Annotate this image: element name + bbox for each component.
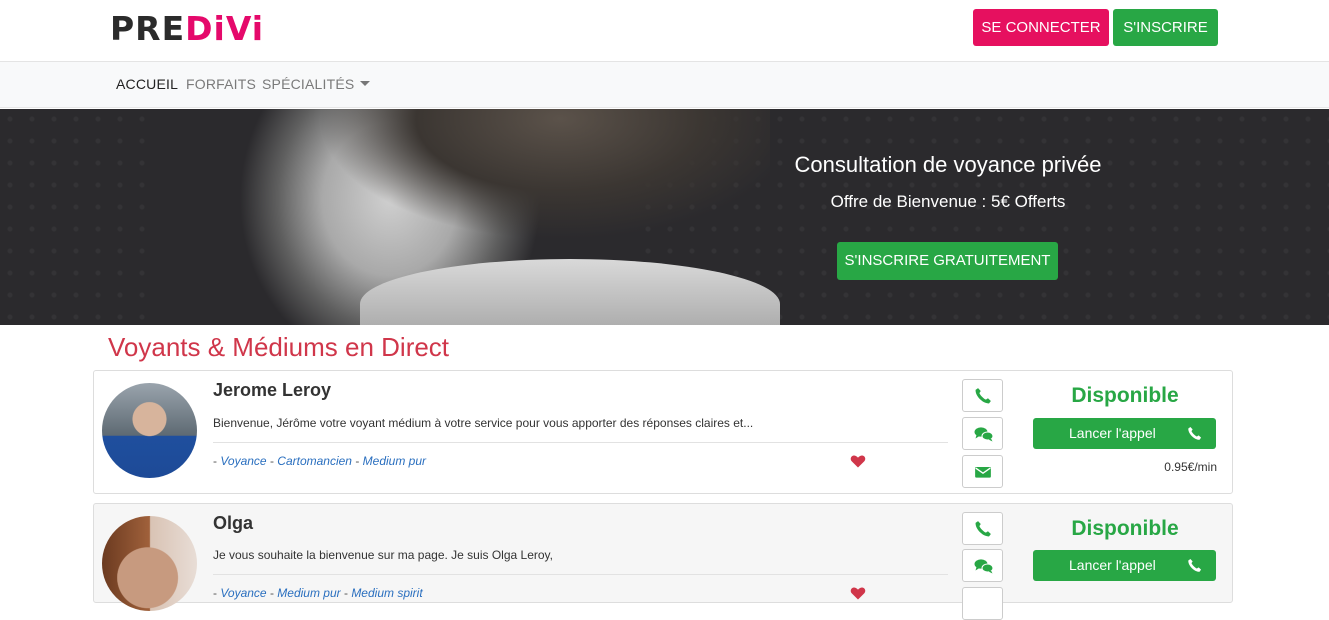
psychic-tags: - Voyance - Cartomancien - Medium pur bbox=[213, 454, 427, 468]
envelope-icon bbox=[975, 466, 991, 478]
hero-signup-button[interactable]: S'INSCRIRE GRATUITEMENT bbox=[837, 242, 1058, 280]
phone-icon bbox=[975, 388, 991, 404]
psychic-card: Jerome Leroy Bienvenue, Jérôme votre voy… bbox=[93, 370, 1233, 494]
register-button[interactable]: S'INSCRIRE bbox=[1113, 9, 1218, 46]
phone-icon bbox=[1188, 558, 1202, 572]
psychic-description: Bienvenue, Jérôme votre voyant médium à … bbox=[213, 416, 754, 430]
main-nav: ACCUEIL FORFAITS SPÉCIALITÉS bbox=[0, 62, 1329, 108]
caret-down-icon bbox=[360, 81, 371, 86]
psychic-name[interactable]: Olga bbox=[213, 512, 253, 534]
tag-link[interactable]: Voyance bbox=[220, 454, 266, 468]
phone-button[interactable] bbox=[962, 379, 1003, 412]
hero-photo bbox=[150, 109, 780, 325]
nav-plans[interactable]: FORFAITS bbox=[186, 74, 256, 94]
site-logo[interactable]: PREDiVi bbox=[110, 9, 264, 49]
card-divider bbox=[213, 442, 948, 443]
chat-button[interactable] bbox=[962, 549, 1003, 582]
nav-home[interactable]: ACCUEIL bbox=[116, 74, 178, 94]
tag-link[interactable]: Cartomancien bbox=[277, 454, 352, 468]
tag-link[interactable]: Medium pur bbox=[277, 586, 340, 600]
psychic-name[interactable]: Jerome Leroy bbox=[213, 379, 331, 401]
section-title: Voyants & Médiums en Direct bbox=[108, 332, 450, 362]
avatar[interactable] bbox=[102, 383, 197, 478]
chat-button[interactable] bbox=[962, 417, 1003, 450]
call-button[interactable]: Lancer l'appel bbox=[1033, 550, 1216, 581]
hero-title: Consultation de voyance privée bbox=[794, 152, 1102, 177]
call-button-label: Lancer l'appel bbox=[1069, 425, 1156, 441]
tag-link[interactable]: Medium spirit bbox=[351, 586, 422, 600]
call-button-label: Lancer l'appel bbox=[1069, 557, 1156, 573]
phone-icon bbox=[975, 521, 991, 537]
email-button[interactable] bbox=[962, 587, 1003, 620]
price-per-minute: 0.95€/min bbox=[1164, 460, 1217, 474]
availability-status: Disponible bbox=[1071, 517, 1179, 540]
logo-text-accent: DiVi bbox=[185, 9, 265, 48]
email-button[interactable] bbox=[962, 455, 1003, 488]
hero-photo-hair bbox=[310, 109, 770, 269]
availability-status: Disponible bbox=[1071, 384, 1179, 407]
tag-link[interactable]: Medium pur bbox=[363, 454, 426, 468]
nav-specialties[interactable]: SPÉCIALITÉS bbox=[262, 74, 371, 94]
hero-banner bbox=[0, 109, 1329, 325]
phone-button[interactable] bbox=[962, 512, 1003, 545]
phone-icon bbox=[1188, 426, 1202, 440]
hero-subtitle: Offre de Bienvenue : 5€ Offerts bbox=[830, 192, 1066, 211]
login-button[interactable]: SE CONNECTER bbox=[973, 9, 1109, 46]
psychic-description: Je vous souhaite la bienvenue sur ma pag… bbox=[213, 548, 553, 562]
top-bar: PREDiVi SE CONNECTER S'INSCRIRE bbox=[0, 0, 1329, 62]
chat-icon bbox=[974, 427, 994, 442]
card-divider bbox=[213, 574, 948, 575]
call-button[interactable]: Lancer l'appel bbox=[1033, 418, 1216, 449]
avatar[interactable] bbox=[102, 516, 197, 611]
psychic-tags: - Voyance - Medium pur - Medium spirit bbox=[213, 586, 423, 600]
nav-specialties-label: SPÉCIALITÉS bbox=[262, 76, 355, 92]
psychic-card: Olga Je vous souhaite la bienvenue sur m… bbox=[93, 503, 1233, 620]
heart-icon[interactable] bbox=[850, 585, 866, 601]
logo-text-main: PRE bbox=[110, 9, 186, 48]
heart-icon[interactable] bbox=[850, 453, 866, 469]
tag-link[interactable]: Voyance bbox=[220, 586, 266, 600]
chat-icon bbox=[974, 559, 994, 574]
